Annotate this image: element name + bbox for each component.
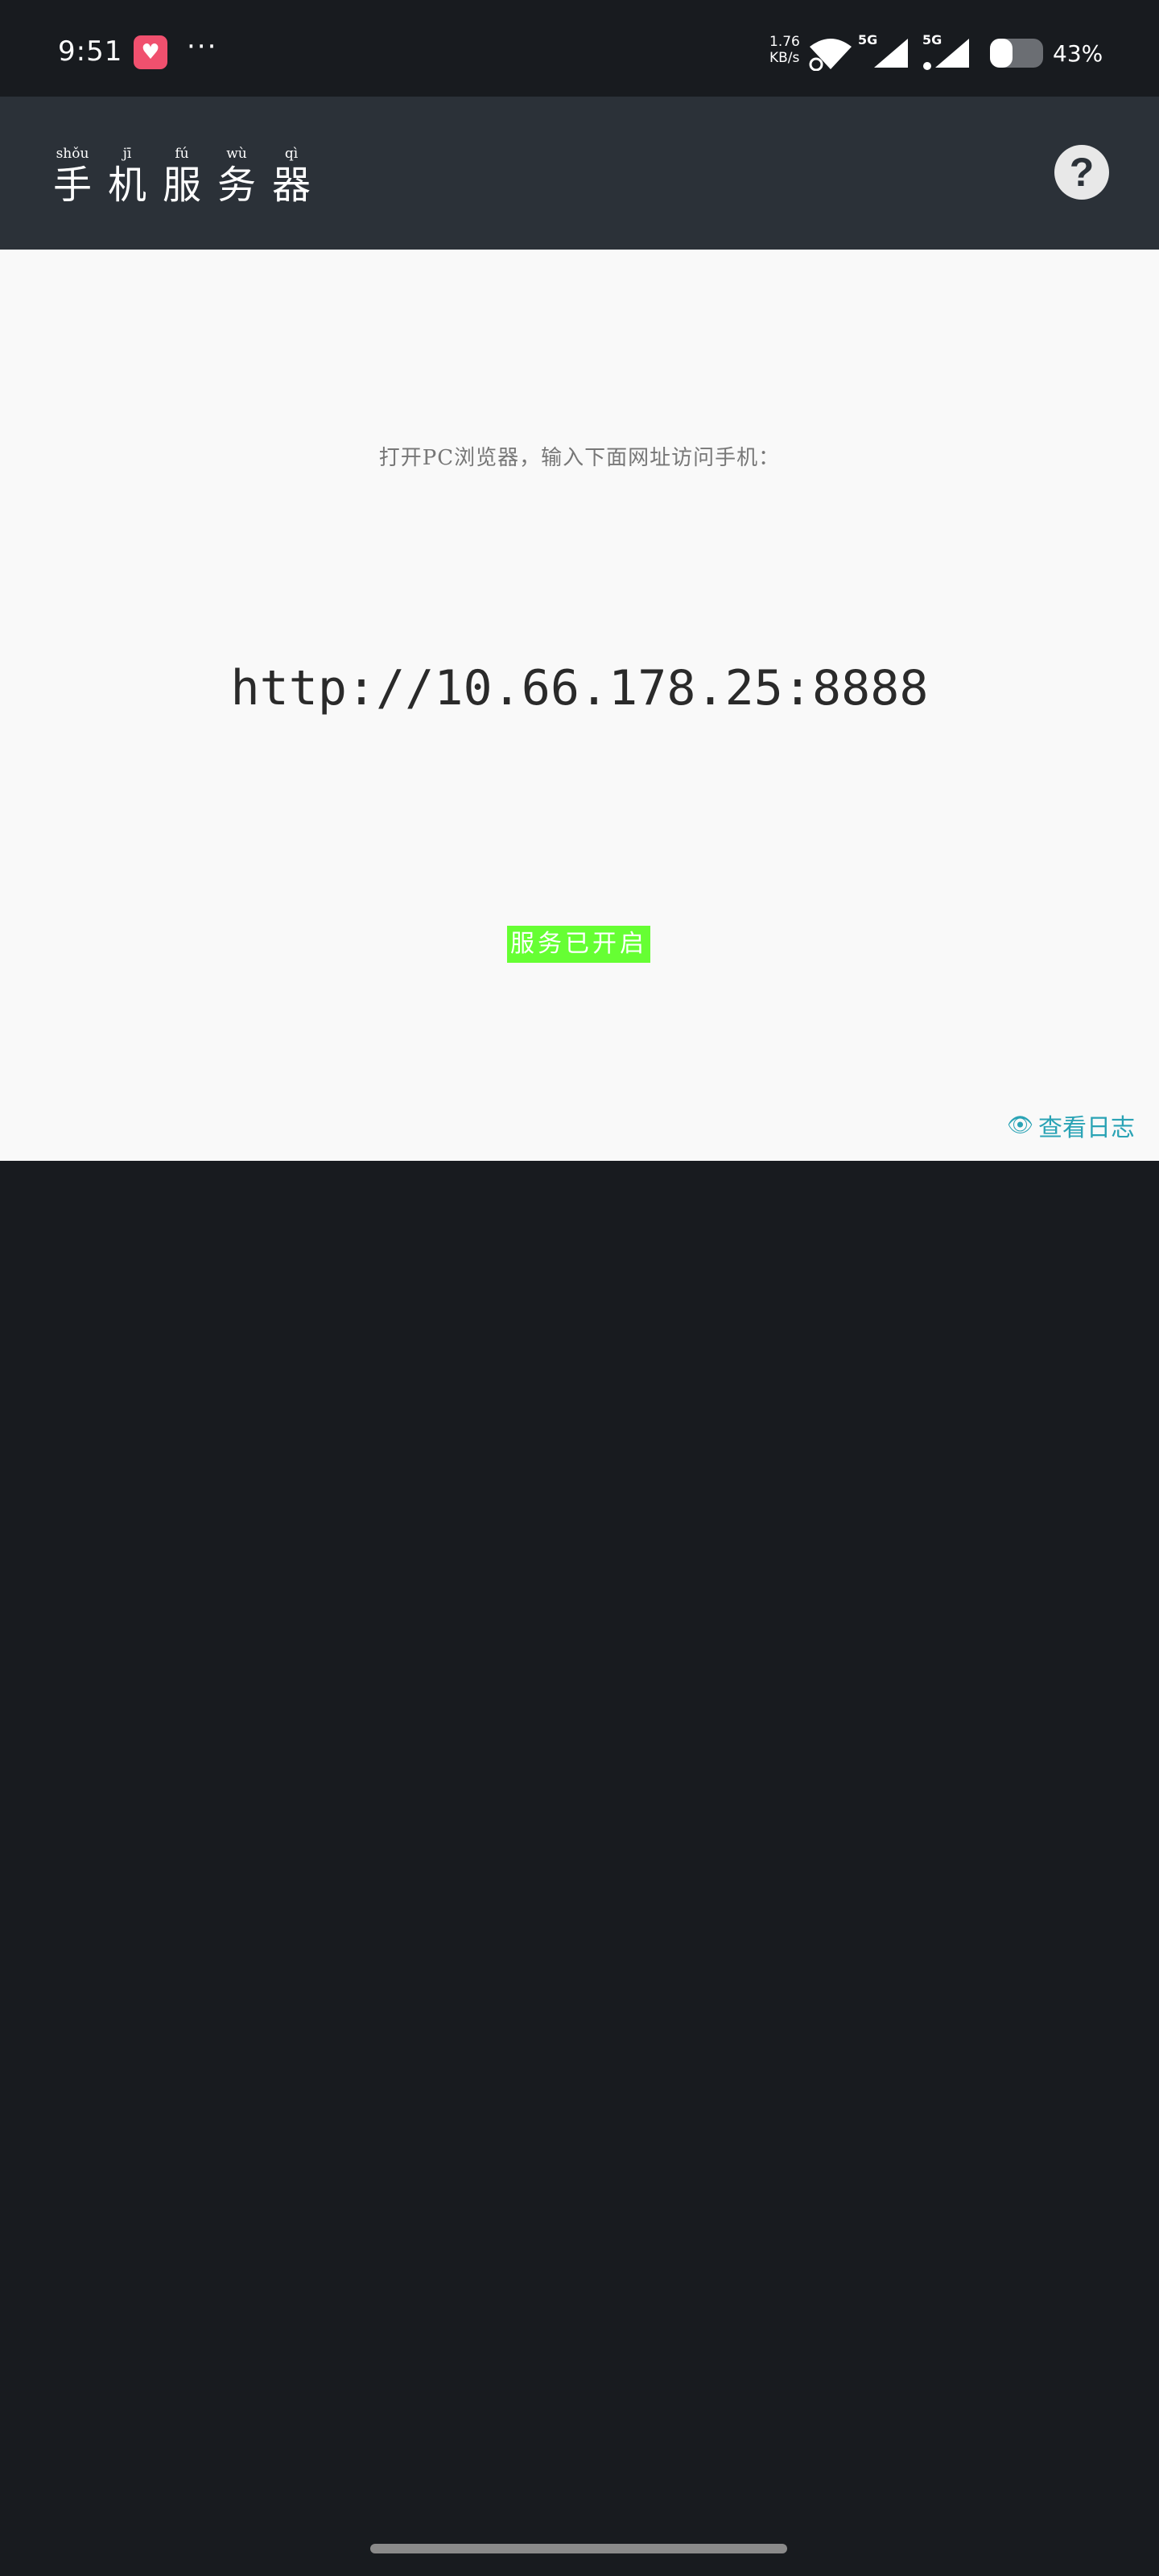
wifi-icon — [809, 39, 852, 71]
home-indicator[interactable] — [370, 2544, 787, 2553]
battery-percent: 43% — [1053, 40, 1103, 67]
title-pinyin: shǒu — [56, 146, 89, 162]
title-pinyin: jī — [122, 146, 132, 162]
network-speed-value: 1.76 — [769, 34, 800, 50]
battery-fill — [990, 39, 1013, 68]
server-url: http://10.66.178.25:8888 — [230, 660, 929, 716]
title-char: fú 服 — [159, 145, 204, 208]
title-char: wù 务 — [214, 145, 259, 208]
title-hanzi: 务 — [217, 163, 256, 208]
network-type-label-2: 5G — [922, 32, 942, 47]
eye-icon: 👁 — [1006, 1113, 1033, 1137]
network-speed: 1.76 KB/s — [769, 34, 800, 66]
app-bar: shǒu 手 jī 机 fú 服 wù 务 qì 器 ? — [0, 97, 1159, 250]
instruction-text: 打开PC浏览器，输入下面网址访问手机： — [378, 446, 781, 470]
title-hanzi: 手 — [52, 163, 92, 208]
network-speed-unit: KB/s — [769, 50, 800, 66]
status-time: 9:51 — [58, 35, 123, 68]
heart-app-icon: ♥ — [134, 35, 167, 69]
more-notifications-icon: ··· — [187, 31, 218, 63]
title-char: qì 器 — [269, 145, 314, 208]
title-hanzi: 机 — [107, 163, 146, 208]
server-status-badge[interactable]: 服务已开启 — [507, 926, 650, 963]
network-type-label: 5G — [858, 32, 878, 47]
title-pinyin: qì — [284, 146, 299, 162]
help-button[interactable]: ? — [1054, 145, 1109, 200]
server-panel: 打开PC浏览器，输入下面网址访问手机： http://10.66.178.25:… — [0, 250, 1159, 1161]
status-bar: 9:51 ♥ ··· 1.76 KB/s 5G 5G 43% — [0, 0, 1159, 97]
app-title: shǒu 手 jī 机 fú 服 wù 务 qì 器 — [50, 145, 314, 208]
title-pinyin: fú — [175, 146, 189, 162]
title-hanzi: 服 — [162, 163, 201, 208]
view-logs-label: 查看日志 — [1038, 1114, 1135, 1142]
battery-icon — [990, 39, 1043, 68]
title-char: shǒu 手 — [50, 145, 95, 208]
title-pinyin: wù — [226, 146, 247, 162]
title-char: jī 机 — [105, 145, 150, 208]
title-hanzi: 器 — [271, 163, 311, 208]
view-logs-link[interactable]: 👁 查看日志 — [1007, 1108, 1135, 1143]
